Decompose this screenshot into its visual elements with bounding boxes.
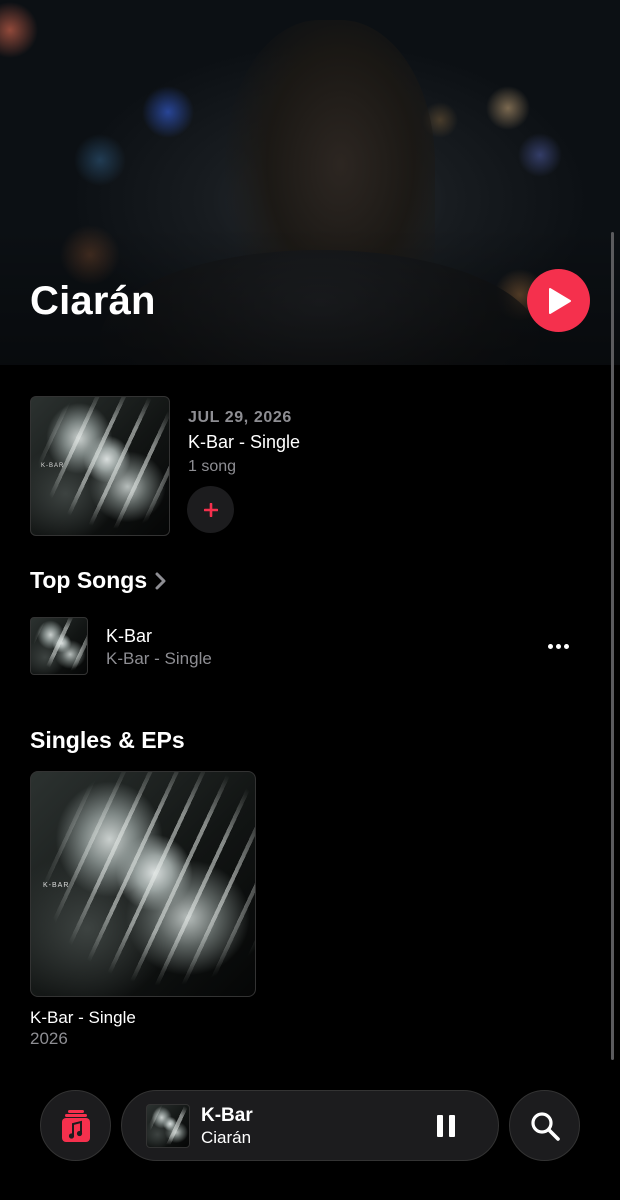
more-options-button[interactable] [542,636,574,656]
artist-name: Ciarán [30,279,156,323]
pause-button[interactable] [431,1111,461,1141]
top-songs-heading-label: Top Songs [30,567,148,593]
mini-player-title: K-Bar [201,1105,253,1126]
mini-player-artwork [146,1104,190,1148]
song-subtitle: K-Bar - Single [106,649,212,668]
single-year: 2026 [30,1029,68,1048]
scrollbar[interactable] [611,232,614,1060]
search-icon [530,1111,560,1141]
top-songs-heading[interactable]: Top Songs [30,567,167,594]
play-icon [548,287,571,314]
latest-release-cover[interactable]: K-BAR [30,396,170,536]
mini-player-artist: Ciarán [201,1128,252,1147]
cover-label: K-BAR [43,882,70,889]
plus-icon [203,502,218,517]
song-title: K-Bar [106,626,153,646]
chevron-right-icon [155,572,167,590]
single-title[interactable]: K-Bar - Single [30,1008,136,1028]
release-song-count: 1 song [188,458,237,475]
music-tab-button[interactable] [40,1090,111,1161]
music-note-icon [61,1109,90,1142]
play-button[interactable] [527,269,590,332]
release-title[interactable]: K-Bar - Single [188,432,300,453]
add-to-library-button[interactable] [187,486,234,533]
cover-label: K-BAR [41,463,65,469]
single-cover[interactable]: K-BAR [30,771,256,997]
mini-player[interactable]: K-Bar Ciarán [121,1090,499,1161]
release-date: JUL 29, 2026 [188,409,292,426]
singles-eps-heading: Singles & EPs [30,727,185,753]
ellipsis-icon [547,643,553,649]
pause-icon [437,1115,443,1137]
search-tab-button[interactable] [509,1090,580,1161]
song-artwork [30,617,88,675]
